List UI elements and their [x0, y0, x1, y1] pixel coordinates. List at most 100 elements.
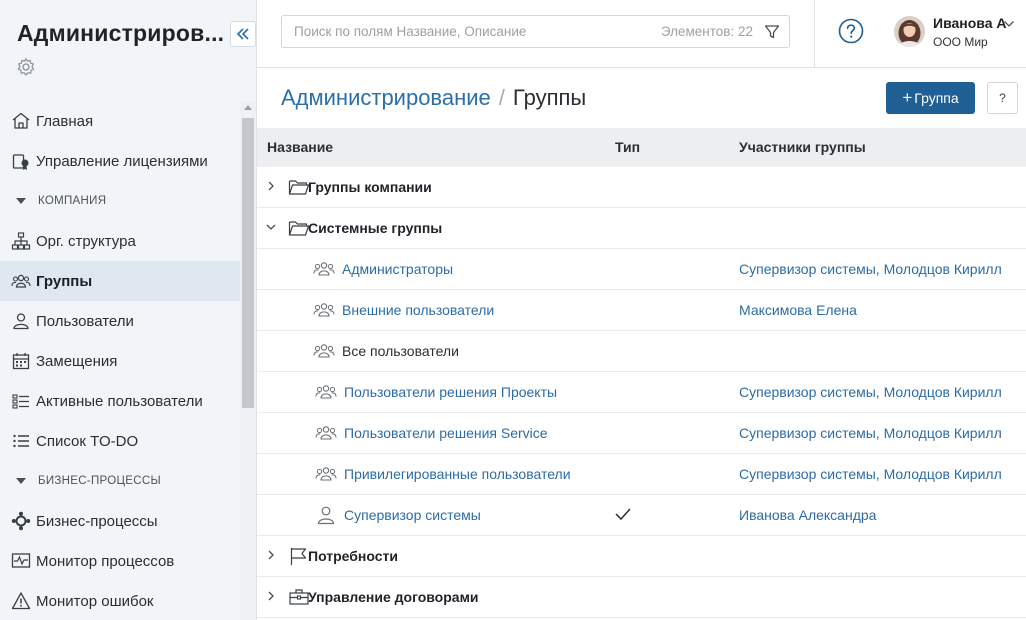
- chevron-right-icon[interactable]: [266, 550, 276, 560]
- user-icon-wrap: [11, 311, 31, 331]
- check-icon: [615, 508, 631, 521]
- chevron-down-icon[interactable]: [1003, 19, 1015, 29]
- folder-name[interactable]: Системные группы: [308, 220, 442, 236]
- group-icon: [315, 385, 337, 399]
- sidebar-item[interactable]: Бизнес-процессы: [0, 501, 240, 541]
- groups-icon-wrap: [11, 271, 31, 291]
- briefcase-icon: [289, 589, 309, 605]
- group-name[interactable]: Супервизор системы: [344, 507, 481, 523]
- nav-section[interactable]: БИЗНЕС-ПРОЦЕССЫ: [0, 461, 240, 501]
- table-row[interactable]: Управление договорами: [257, 577, 1026, 618]
- column-header-name[interactable]: Название: [267, 139, 333, 155]
- sidebar-item[interactable]: Монитор ошибок: [0, 581, 240, 620]
- sidebar-item-label: Список TO-DO: [36, 432, 139, 450]
- group-name[interactable]: Пользователи решения Проекты: [344, 384, 557, 400]
- group-icon: [313, 344, 335, 358]
- row-icon: [288, 587, 310, 607]
- sidebar-item[interactable]: Список TO-DO: [0, 421, 240, 461]
- breadcrumb-root[interactable]: Администрирование: [281, 85, 491, 110]
- groups-table: Группы компании Системные группы Администр…: [257, 167, 1026, 618]
- user-name[interactable]: Иванова А: [933, 15, 1007, 31]
- table-row[interactable]: Пользователи решения Service Супервизор с…: [257, 413, 1026, 454]
- gear-icon: [17, 58, 35, 76]
- scroll-thumb[interactable]: [242, 118, 254, 408]
- sidebar-item-label: Группы: [36, 272, 93, 290]
- user-icon: [13, 313, 29, 330]
- search-input[interactable]: [294, 16, 624, 47]
- triangle-down-icon: [16, 478, 26, 484]
- group-name[interactable]: Пользователи решения Service: [344, 425, 548, 441]
- row-icon: [288, 546, 310, 566]
- sidebar-item-label: Замещения: [36, 352, 118, 370]
- sidebar-scrollbar[interactable]: [240, 101, 256, 620]
- chevron-right-icon[interactable]: [266, 591, 276, 601]
- table-row[interactable]: Пользователи решения Проекты Супервизор с…: [257, 372, 1026, 413]
- sidebar-item[interactable]: Замещения: [0, 341, 240, 381]
- group-members[interactable]: Супервизор системы, Молодцов Кирилл: [739, 384, 1002, 400]
- sidebar-item[interactable]: Главная: [0, 101, 240, 141]
- user-org: ООО Мир: [933, 35, 988, 49]
- table-row[interactable]: Привилегированные пользователи Супервизор…: [257, 454, 1026, 495]
- collapse-sidebar-button[interactable]: [230, 21, 256, 47]
- page-help-button[interactable]: ?: [987, 82, 1018, 114]
- table-row[interactable]: Супервизор системы Иванова Александра: [257, 495, 1026, 536]
- scroll-up-arrow[interactable]: [244, 105, 252, 110]
- settings-button[interactable]: [15, 56, 37, 78]
- group-name[interactable]: Все пользователи: [342, 343, 459, 359]
- groups-icon: [11, 274, 31, 288]
- sidebar-item-label: Пользователи: [36, 312, 134, 330]
- sidebar-item-label: Активные пользователи: [36, 392, 203, 410]
- sidebar-item-label: Монитор процессов: [36, 552, 175, 570]
- group-members[interactable]: Иванова Александра: [739, 507, 876, 523]
- business-process-icon-wrap: [11, 511, 31, 531]
- add-group-button[interactable]: + Группа: [886, 82, 975, 114]
- sidebar-item[interactable]: Управление лицензиями: [0, 141, 240, 181]
- row-icon: [315, 423, 337, 443]
- table-row[interactable]: Администраторы Супервизор системы, Молодц…: [257, 249, 1026, 290]
- search-box[interactable]: Элементов: 22: [281, 15, 790, 48]
- group-name[interactable]: Привилегированные пользователи: [344, 466, 571, 482]
- group-icon: [313, 303, 335, 317]
- double-chevron-left-icon: [236, 28, 249, 40]
- home-icon-wrap: [11, 111, 31, 131]
- column-header-type[interactable]: Тип: [615, 139, 640, 155]
- group-name[interactable]: Внешние пользователи: [342, 302, 494, 318]
- sidebar-item[interactable]: Группы: [0, 261, 240, 301]
- table-row[interactable]: Все пользователи: [257, 331, 1026, 372]
- folder-name[interactable]: Группы компании: [308, 179, 432, 195]
- sidebar-item[interactable]: Монитор процессов: [0, 541, 240, 581]
- todo-list-icon: [13, 434, 29, 448]
- process-monitor-icon-wrap: [11, 551, 31, 571]
- folder-name[interactable]: Потребности: [308, 548, 398, 564]
- group-name[interactable]: Администраторы: [342, 261, 453, 277]
- filter-icon[interactable]: [764, 24, 780, 40]
- group-members[interactable]: Супервизор системы, Молодцов Кирилл: [739, 261, 1002, 277]
- sidebar-item[interactable]: Активные пользователи: [0, 381, 240, 421]
- table-row[interactable]: Внешние пользователи Максимова Елена: [257, 290, 1026, 331]
- group-members[interactable]: Максимова Елена: [739, 302, 857, 318]
- error-monitor-icon-wrap: [11, 591, 31, 611]
- table-row[interactable]: Группы компании: [257, 167, 1026, 208]
- nav-section[interactable]: КОМПАНИЯ: [0, 181, 240, 221]
- avatar[interactable]: [894, 16, 925, 47]
- group-members[interactable]: Супервизор системы, Молодцов Кирилл: [739, 425, 1002, 441]
- chevron-down-icon[interactable]: [266, 222, 276, 232]
- sidebar-item-label: Управление лицензиями: [36, 152, 208, 170]
- org-structure-icon-wrap: [11, 231, 31, 251]
- row-icon: [315, 505, 337, 525]
- todo-list-icon-wrap: [11, 431, 31, 451]
- plus-icon: +: [902, 88, 913, 107]
- breadcrumb: Администрирование / Группы: [281, 85, 586, 111]
- sidebar-item[interactable]: Пользователи: [0, 301, 240, 341]
- chevron-right-icon[interactable]: [266, 181, 276, 191]
- table-row[interactable]: Потребности: [257, 536, 1026, 577]
- group-members[interactable]: Супервизор системы, Молодцов Кирилл: [739, 466, 1002, 482]
- table-row[interactable]: Системные группы: [257, 208, 1026, 249]
- folder-name[interactable]: Управление договорами: [308, 589, 479, 605]
- row-icon: [288, 177, 310, 197]
- help-icon[interactable]: [838, 18, 864, 44]
- nav-section-label: БИЗНЕС-ПРОЦЕССЫ: [38, 475, 161, 487]
- column-header-members[interactable]: Участники группы: [739, 139, 866, 155]
- sidebar-item[interactable]: Орг. структура: [0, 221, 240, 261]
- items-count: Элементов: 22: [660, 24, 753, 39]
